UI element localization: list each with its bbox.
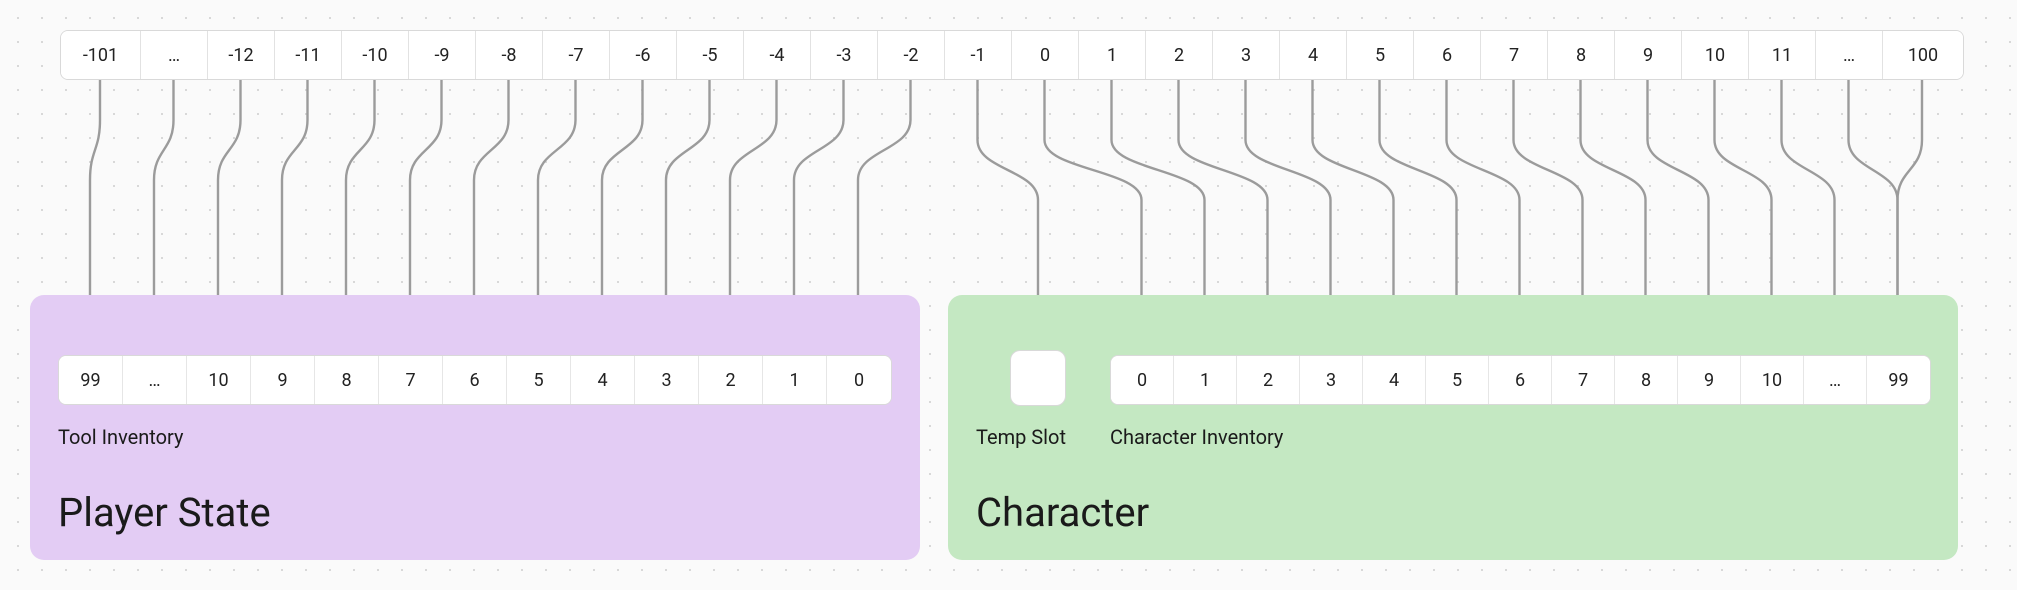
index-cell: 0: [1012, 31, 1079, 79]
temp-slot-label: Temp Slot: [976, 425, 1066, 449]
index-cell: 2: [1146, 31, 1213, 79]
char-cell: 10: [1741, 356, 1804, 404]
index-cell: -9: [409, 31, 476, 79]
index-cell: 4: [1280, 31, 1347, 79]
index-cell: -7: [543, 31, 610, 79]
index-cell: -3: [811, 31, 878, 79]
player-state-title: Player State: [58, 489, 271, 536]
char-cell: …: [1804, 356, 1867, 404]
index-cell: -5: [677, 31, 744, 79]
tool-cell: 1: [763, 356, 827, 404]
index-cell: -4: [744, 31, 811, 79]
char-cell: 3: [1300, 356, 1363, 404]
tool-inventory-strip: 99…109876543210: [58, 355, 892, 405]
index-cell: -12: [208, 31, 275, 79]
index-cell: -6: [610, 31, 677, 79]
index-cell: 1: [1079, 31, 1146, 79]
index-cell: -8: [476, 31, 543, 79]
character-inventory-label: Character Inventory: [1110, 425, 1283, 449]
index-cell: 11: [1749, 31, 1816, 79]
tool-cell: 4: [571, 356, 635, 404]
char-cell: 6: [1489, 356, 1552, 404]
index-cell: 100: [1883, 31, 1963, 79]
index-cell: 7: [1481, 31, 1548, 79]
player-state-panel: Player State Tool Inventory: [30, 295, 920, 560]
character-title: Character: [976, 489, 1149, 536]
tool-cell: 5: [507, 356, 571, 404]
char-cell: 99: [1867, 356, 1930, 404]
tool-cell: 10: [187, 356, 251, 404]
tool-cell: 8: [315, 356, 379, 404]
char-cell: 8: [1615, 356, 1678, 404]
character-inventory-strip: 012345678910…99: [1110, 355, 1931, 405]
index-strip: -101…-12-11-10-9-8-7-6-5-4-3-2-101234567…: [60, 30, 1964, 80]
char-cell: 1: [1174, 356, 1237, 404]
tool-inventory-label: Tool Inventory: [58, 425, 183, 449]
char-cell: 4: [1363, 356, 1426, 404]
char-cell: 0: [1111, 356, 1174, 404]
tool-cell: …: [123, 356, 187, 404]
index-cell: -10: [342, 31, 409, 79]
character-panel: Character Temp Slot Character Inventory: [948, 295, 1958, 560]
tool-cell: 99: [59, 356, 123, 404]
index-cell: 5: [1347, 31, 1414, 79]
index-cell: -11: [275, 31, 342, 79]
index-cell: …: [1816, 31, 1883, 79]
index-cell: -2: [878, 31, 945, 79]
index-cell: 6: [1414, 31, 1481, 79]
index-cell: -1: [945, 31, 1012, 79]
tool-cell: 9: [251, 356, 315, 404]
index-cell: -101: [61, 31, 141, 79]
char-cell: 9: [1678, 356, 1741, 404]
index-cell: …: [141, 31, 208, 79]
index-cell: 8: [1548, 31, 1615, 79]
index-cell: 3: [1213, 31, 1280, 79]
tool-cell: 2: [699, 356, 763, 404]
char-cell: 5: [1426, 356, 1489, 404]
index-cell: 9: [1615, 31, 1682, 79]
char-cell: 2: [1237, 356, 1300, 404]
tool-cell: 6: [443, 356, 507, 404]
tool-cell: 3: [635, 356, 699, 404]
temp-slot: [1010, 350, 1066, 406]
index-cell: 10: [1682, 31, 1749, 79]
tool-cell: 0: [827, 356, 891, 404]
tool-cell: 7: [379, 356, 443, 404]
char-cell: 7: [1552, 356, 1615, 404]
